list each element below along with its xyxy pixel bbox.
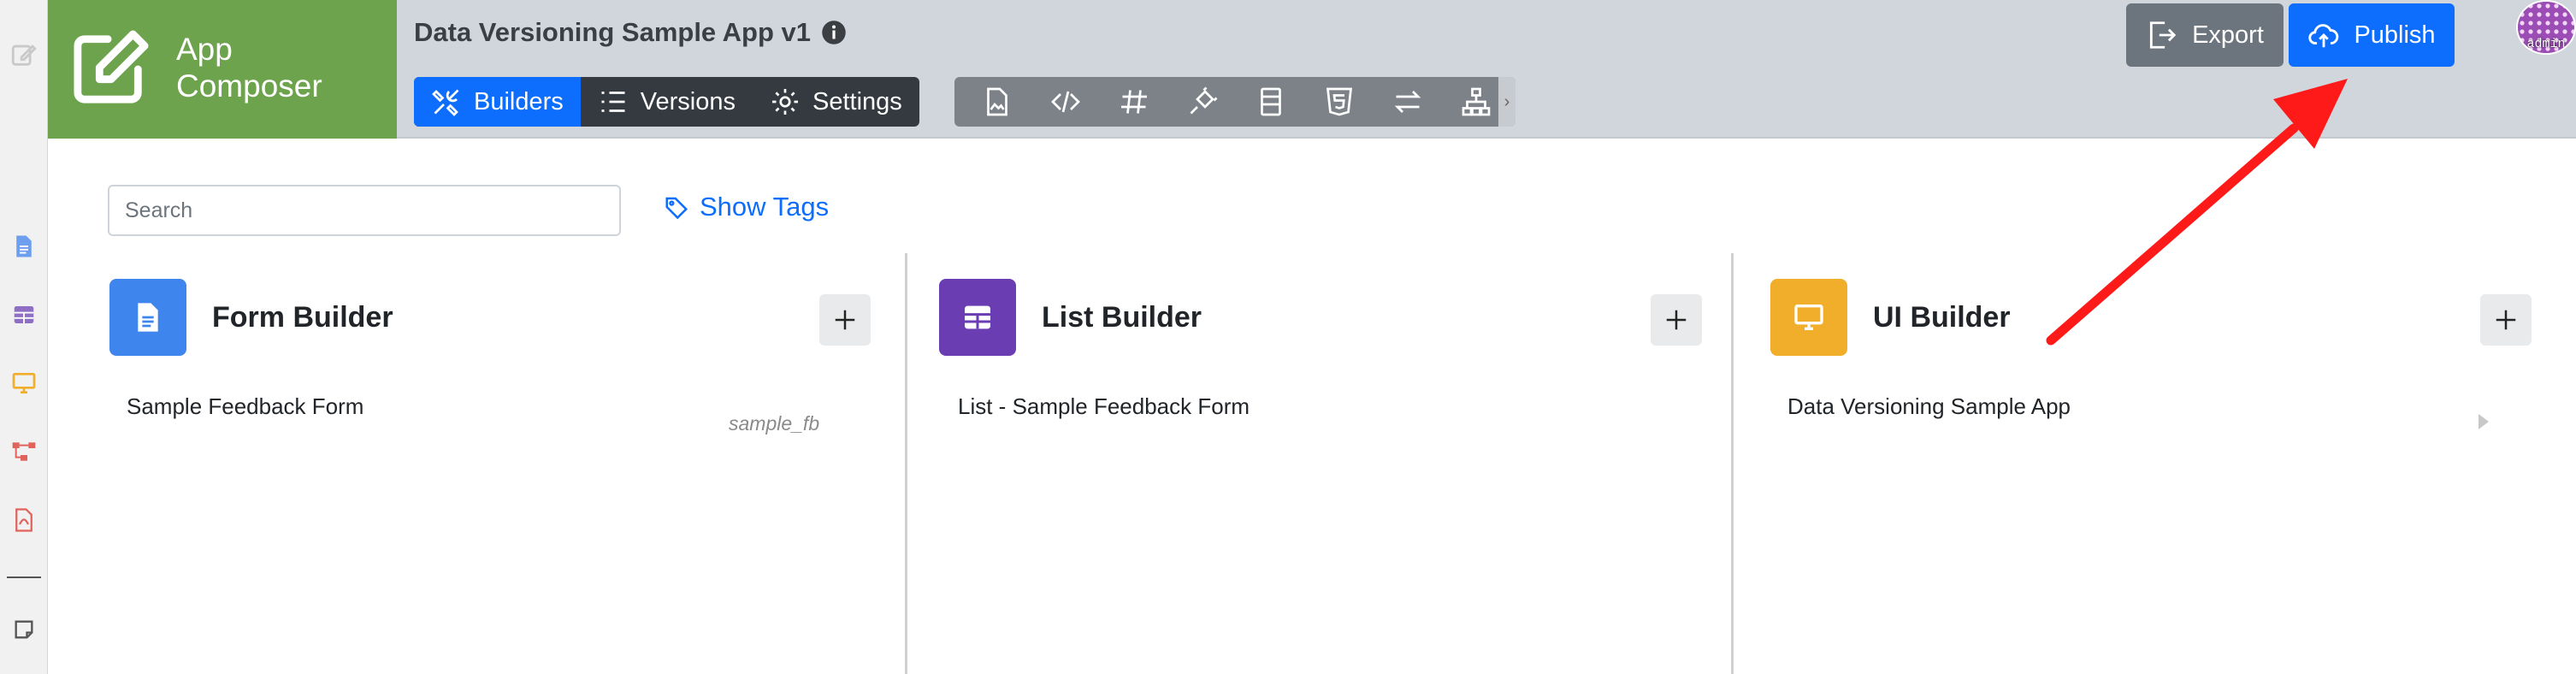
app-title: Data Versioning Sample App v1 [414,17,847,48]
monitor-icon [1770,279,1847,356]
ui-builder-header: UI Builder [1770,279,2011,356]
code-icon[interactable] [1031,77,1100,127]
app-title-text: Data Versioning Sample App v1 [414,17,811,47]
add-form-button[interactable] [819,294,871,346]
ui-item-name[interactable]: Data Versioning Sample App [1787,393,2071,420]
form-item-name[interactable]: Sample Feedback Form [127,393,363,420]
show-tags-link[interactable]: Show Tags [664,192,829,222]
app-header: App Composer Data Versioning Sample App … [48,0,2576,139]
search-input[interactable] [108,185,621,236]
form-builder-title: Form Builder [212,300,393,334]
tag-icon [665,197,688,220]
image-file-icon[interactable] [963,77,1031,127]
edit-icon[interactable] [7,38,41,72]
plugin-icon[interactable] [1168,77,1237,127]
export-icon [2149,21,2177,49]
ui-builder-title: UI Builder [1873,300,2011,334]
note-icon[interactable] [7,612,41,647]
list-item-name[interactable]: List - Sample Feedback Form [958,393,1250,420]
tab-settings[interactable]: Settings [753,77,919,127]
transfer-arrows-icon[interactable] [1374,77,1442,127]
list-builder-header: List Builder [939,279,1202,356]
ui-builder-rail-icon[interactable] [7,366,41,400]
form-builder-header: Form Builder [109,279,393,356]
brand-block[interactable]: App Composer [48,0,397,139]
cloud-upload-icon [2308,24,2339,48]
chevron-right-icon[interactable]: › [1498,77,1515,127]
html5-icon[interactable] [1305,77,1374,127]
document-icon [109,279,186,356]
app-composer-logo-icon [74,30,149,103]
mode-tabs: Builders Versions Settings [414,77,919,127]
add-ui-button[interactable] [2480,294,2532,346]
rail-divider [7,576,41,578]
tab-versions[interactable]: Versions [581,77,753,127]
brand-name: App Composer [176,32,322,103]
tab-builders[interactable]: Builders [414,77,581,127]
publish-button[interactable]: Publish [2289,3,2455,67]
column-divider [1731,253,1734,674]
process-builder-rail-icon[interactable] [7,435,41,469]
tools-icon [432,89,459,116]
table-icon [939,279,1016,356]
form-builder-rail-icon[interactable] [7,229,41,263]
pdf-rail-icon[interactable] [7,503,41,537]
gear-icon [772,89,799,115]
left-icon-rail [0,0,48,674]
avatar-label: admin [2526,37,2566,51]
list-builder-rail-icon[interactable] [7,298,41,332]
list-builder-title: List Builder [1042,300,1202,334]
info-icon[interactable] [821,20,847,45]
plus-icon [835,310,855,330]
list-icon [601,92,625,112]
hash-icon[interactable] [1100,77,1168,127]
tool-strip: › [954,77,1515,127]
plus-icon [2496,310,2516,330]
column-divider [905,253,907,674]
caret-right-icon[interactable] [2479,414,2489,429]
export-button[interactable]: Export [2126,3,2284,67]
layout-rows-icon[interactable] [1237,77,1305,127]
add-list-button[interactable] [1651,294,1702,346]
avatar[interactable]: admin [2516,0,2576,55]
plus-icon [1666,310,1687,330]
form-item-id: sample_fb [729,412,820,435]
